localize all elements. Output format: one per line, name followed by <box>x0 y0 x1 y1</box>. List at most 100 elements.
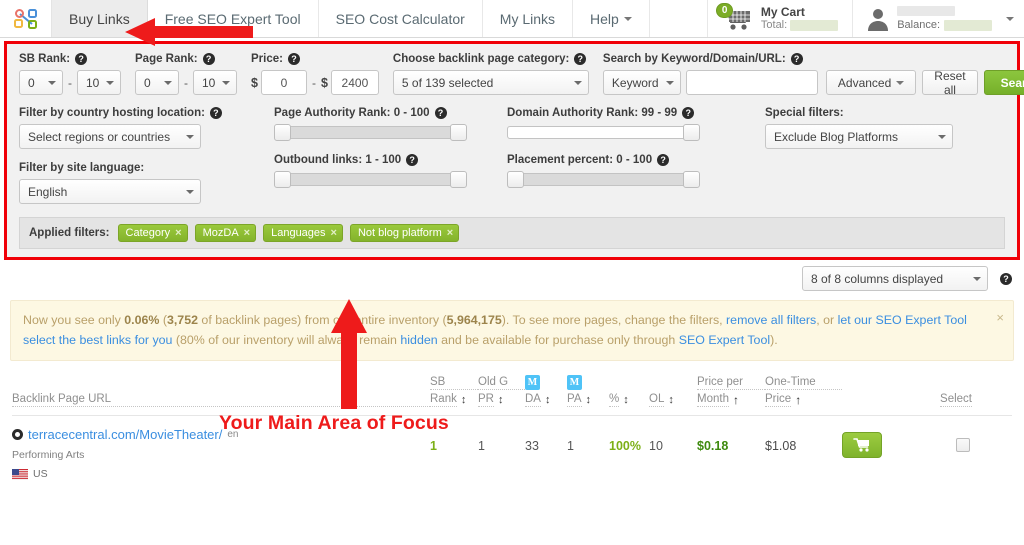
sort-toggle-icon[interactable]: ↕ <box>461 394 467 406</box>
price-max-input[interactable] <box>330 70 379 95</box>
help-icon[interactable]: ? <box>287 53 300 65</box>
shopping-cart-icon <box>853 438 869 452</box>
reset-all-button[interactable]: Reset all <box>922 69 978 97</box>
column-header-moz-da[interactable]: M DA ↕ <box>525 375 567 407</box>
banner-emphasis: 5,964,175 <box>446 313 502 327</box>
cell-old-google-pr: 1 <box>478 439 485 453</box>
close-banner-icon[interactable]: × <box>996 308 1004 328</box>
placement-percent-slider[interactable] <box>507 171 700 188</box>
info-circle-icon[interactable] <box>12 429 23 440</box>
sort-toggle-icon[interactable]: ↕ <box>545 394 551 406</box>
slider-track <box>274 126 467 139</box>
slider-knob-max[interactable] <box>683 171 700 188</box>
applied-filter-tag-mozda[interactable]: MozDA × <box>194 224 257 242</box>
avatar <box>868 8 889 31</box>
sb-rank-min-select[interactable]: 0 <box>19 70 63 95</box>
help-icon[interactable]: ? <box>657 154 670 166</box>
category-select[interactable]: 5 of 139 selected <box>392 70 589 95</box>
special-filters-label-row: Special filters: <box>765 107 953 119</box>
banner-link[interactable]: hidden <box>400 333 437 347</box>
help-icon[interactable]: ? <box>574 53 587 65</box>
applied-filter-tag-category[interactable]: Category × <box>117 224 188 242</box>
nav-item-help[interactable]: Help <box>573 0 650 37</box>
outbound-links-slider[interactable] <box>274 171 467 188</box>
slider-knob-max[interactable] <box>683 124 700 141</box>
special-filters-label: Special filters: <box>765 107 844 119</box>
column-header-label: Select <box>940 393 972 407</box>
country-select[interactable]: Select regions or countries <box>19 124 201 149</box>
cart-icon-wrapper: 0 <box>715 2 754 34</box>
remove-tag-icon[interactable]: × <box>331 227 337 239</box>
category-label: Choose backlink page category: <box>392 53 570 65</box>
site-logo[interactable] <box>0 0 52 37</box>
add-to-cart-button[interactable] <box>842 432 882 458</box>
column-header-sb-rank[interactable]: SB Rank ↕ <box>430 376 478 407</box>
row-category: Performing Arts <box>12 449 85 461</box>
price-separator: - <box>311 75 316 90</box>
help-icon[interactable]: ? <box>790 53 803 65</box>
slider-knob-max[interactable] <box>450 124 467 141</box>
slider-knob-min[interactable] <box>274 124 291 141</box>
filter-row-primary: SB Rank: ? 0 - 10 Page Rank: ? 0 - 10 Pr… <box>19 53 1024 97</box>
help-icon[interactable]: ? <box>209 107 222 119</box>
banner-link[interactable]: remove all filters <box>726 313 816 327</box>
column-header-percent[interactable]: % ↕ <box>609 376 649 407</box>
nav-item-my-links[interactable]: My Links <box>483 0 574 37</box>
help-icon[interactable]: ? <box>75 53 88 65</box>
search-controls: Keyword <box>602 70 818 95</box>
banner-link[interactable]: SEO Expert Tool <box>679 333 770 347</box>
page-rank-max-select[interactable]: 10 <box>193 70 237 95</box>
sort-ascending-icon[interactable]: ↑ <box>733 393 739 407</box>
nav-item-seo-cost-calculator[interactable]: SEO Cost Calculator <box>319 0 483 37</box>
slider-knob-min[interactable] <box>274 171 291 188</box>
column-header-moz-pa[interactable]: M PA ↕ <box>567 375 609 407</box>
search-mode-select[interactable]: Keyword <box>602 70 681 95</box>
page-authority-slider[interactable] <box>274 124 467 141</box>
column-header-old-google-pr[interactable]: Old G PR ↕ <box>478 376 525 407</box>
search-input[interactable] <box>685 70 818 95</box>
sort-toggle-icon[interactable]: ↕ <box>668 394 674 406</box>
help-icon[interactable]: ? <box>682 107 695 119</box>
slider-knob-max[interactable] <box>450 171 467 188</box>
special-filters-select[interactable]: Exclude Blog Platforms <box>765 124 953 149</box>
banner-emphasis: 0.06% <box>124 313 160 327</box>
us-flag-icon <box>12 468 28 480</box>
price-min-input[interactable] <box>260 70 307 95</box>
help-icon[interactable]: ? <box>434 107 447 119</box>
column-header-url[interactable]: Backlink Page URL <box>12 393 430 407</box>
sort-toggle-icon[interactable]: ↕ <box>498 394 504 406</box>
domain-authority-slider[interactable] <box>507 124 700 141</box>
applied-filter-tag-not-blog-platform[interactable]: Not blog platform × <box>349 224 460 242</box>
page-rank-min-select[interactable]: 0 <box>135 70 179 95</box>
remove-tag-icon[interactable]: × <box>175 227 181 239</box>
language-select[interactable]: English <box>19 179 201 204</box>
advanced-button[interactable]: Advanced <box>825 70 917 95</box>
column-header-one-time-price[interactable]: One-Time Price ↑ <box>765 376 842 407</box>
backlink-url-link[interactable]: terracecentral.com/MovieTheater/ <box>28 427 222 442</box>
cell-moz-pa: 1 <box>567 439 574 453</box>
sort-toggle-icon[interactable]: ↕ <box>586 394 592 406</box>
help-icon[interactable]: ? <box>202 53 215 65</box>
cart-count-badge: 0 <box>715 2 734 18</box>
filter-column-location-language: Filter by country hosting location: ? Se… <box>19 107 274 204</box>
search-button[interactable]: Search <box>983 70 1024 95</box>
sort-ascending-icon[interactable]: ↑ <box>795 393 801 407</box>
column-header-line2: % <box>609 393 620 407</box>
moz-logo-icon: M <box>525 375 540 390</box>
column-header-ol[interactable]: OL ↕ <box>649 376 697 407</box>
slider-knob-min[interactable] <box>507 171 524 188</box>
help-icon[interactable]: ? <box>406 154 419 166</box>
my-cart-button[interactable]: 0 My Cart Total: <box>708 0 854 37</box>
column-header-line2-wrap: Price ↑ <box>765 393 842 407</box>
remove-tag-icon[interactable]: × <box>244 227 250 239</box>
country-select-wrap: Select regions or countries <box>19 124 201 149</box>
help-icon[interactable]: ? <box>1000 272 1012 285</box>
remove-tag-icon[interactable]: × <box>447 227 453 239</box>
columns-displayed-select[interactable]: 8 of 8 columns displayed <box>802 266 988 291</box>
sort-toggle-icon[interactable]: ↕ <box>623 394 629 406</box>
column-header-price-per-month[interactable]: Price per Month ↑ <box>697 376 765 407</box>
applied-filter-tag-languages[interactable]: Languages × <box>263 224 343 242</box>
user-account-menu[interactable]: Balance: <box>853 0 1024 37</box>
row-select-checkbox[interactable] <box>956 438 970 452</box>
sb-rank-max-select[interactable]: 10 <box>77 70 121 95</box>
